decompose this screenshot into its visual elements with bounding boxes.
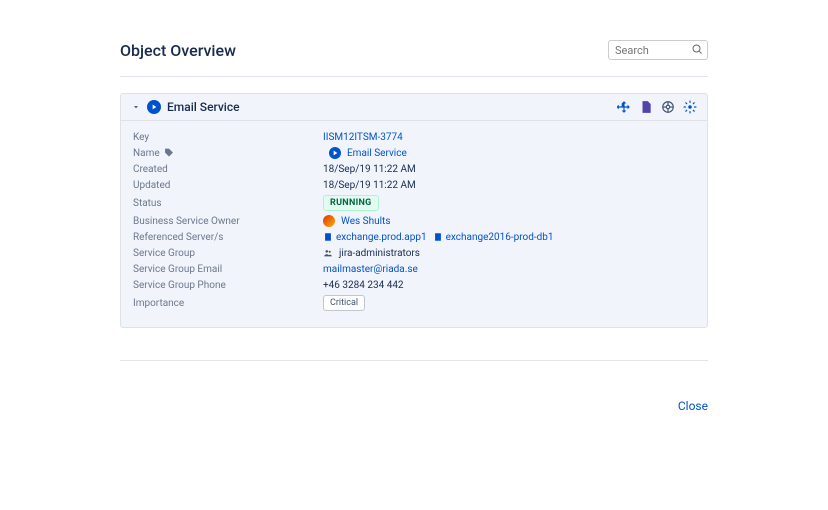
row-importance: Importance Critical — [133, 293, 695, 313]
value-name-link[interactable]: Email Service — [347, 148, 407, 159]
row-group-email: Service Group Email mailmaster@riada.se — [133, 261, 695, 277]
label-servers: Referenced Server/s — [133, 232, 323, 243]
panel-header: Email Service — [121, 94, 707, 121]
divider — [120, 76, 708, 77]
row-name: Name Email Service — [133, 145, 695, 161]
panel-actions — [617, 100, 697, 114]
page-title: Object Overview — [120, 41, 236, 60]
value-group: jira-administrators — [339, 248, 420, 259]
search-box — [608, 40, 708, 60]
tag-icon — [164, 148, 174, 158]
row-updated: Updated 18/Sep/19 11:22 AM — [133, 177, 695, 193]
row-servers: Referenced Server/s exchange.prod.app1 e… — [133, 229, 695, 245]
label-updated: Updated — [133, 180, 323, 191]
status-badge: RUNNING — [323, 195, 379, 211]
label-key: Key — [133, 132, 323, 143]
value-owner[interactable]: Wes Shults — [341, 216, 391, 227]
row-owner: Business Service Owner Wes Shults — [133, 213, 695, 229]
row-group-phone: Service Group Phone +46 3284 234 442 — [133, 277, 695, 293]
value-server-1[interactable]: exchange2016-prod-db1 — [446, 232, 554, 243]
row-created: Created 18/Sep/19 11:22 AM — [133, 161, 695, 177]
value-group-phone: +46 3284 234 442 — [323, 280, 404, 291]
row-group: Service Group jira-administrators — [133, 245, 695, 261]
label-status: Status — [133, 198, 323, 209]
label-importance: Importance — [133, 298, 323, 309]
document-icon[interactable] — [639, 100, 653, 114]
panel-body: Key IISM12ITSM-3774 Name Email Service C… — [121, 121, 707, 327]
avatar — [323, 215, 335, 227]
close-button[interactable]: Close — [678, 399, 708, 413]
divider — [120, 360, 708, 361]
value-created: 18/Sep/19 11:22 AM — [323, 164, 416, 175]
label-owner: Business Service Owner — [133, 216, 323, 227]
label-name: Name — [133, 148, 160, 159]
group-icon — [323, 248, 333, 258]
chevron-down-icon[interactable] — [131, 102, 141, 112]
object-panel: Email Service Key IISM12ITSM-3774 Name — [120, 93, 708, 328]
header: Object Overview — [120, 40, 708, 76]
object-type-icon — [147, 100, 161, 114]
value-updated: 18/Sep/19 11:22 AM — [323, 180, 416, 191]
footer: Close — [120, 367, 708, 413]
importance-badge: Critical — [323, 295, 365, 311]
value-key[interactable]: IISM12ITSM-3774 — [323, 132, 403, 143]
label-created: Created — [133, 164, 323, 175]
row-key: Key IISM12ITSM-3774 — [133, 129, 695, 145]
server-icon — [323, 232, 333, 242]
gear-icon[interactable] — [683, 100, 697, 114]
label-group: Service Group — [133, 248, 323, 259]
object-type-icon — [329, 147, 341, 159]
jira-icon[interactable] — [617, 100, 631, 114]
value-server-0[interactable]: exchange.prod.app1 — [336, 232, 427, 243]
server-icon — [433, 232, 443, 242]
label-group-phone: Service Group Phone — [133, 280, 323, 291]
label-group-email: Service Group Email — [133, 264, 323, 275]
object-name: Email Service — [167, 100, 240, 114]
graph-icon[interactable] — [661, 100, 675, 114]
row-status: Status RUNNING — [133, 193, 695, 213]
value-group-email[interactable]: mailmaster@riada.se — [323, 264, 418, 275]
search-icon — [691, 43, 703, 55]
